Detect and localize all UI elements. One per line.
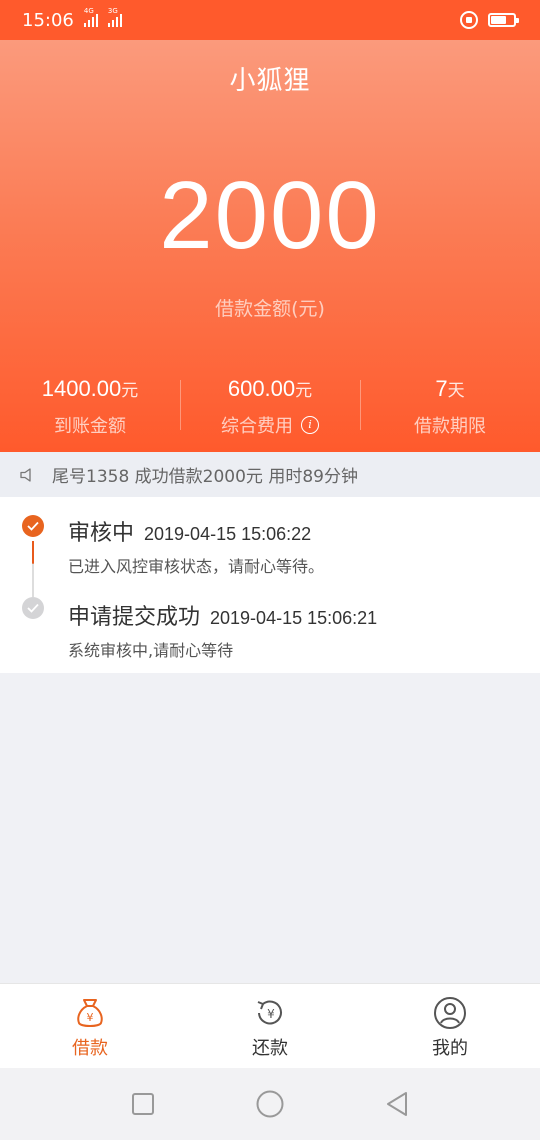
tab-label: 借款 xyxy=(72,1038,108,1059)
battery-icon xyxy=(488,13,519,27)
status-bar: 15:06 4G 3G xyxy=(0,0,540,40)
system-nav-bar xyxy=(0,1068,540,1140)
stat-value: 1400.00 xyxy=(41,376,122,401)
stat-value: 7 xyxy=(435,376,448,401)
stat-unit: 元 xyxy=(121,381,139,401)
back-button[interactable] xyxy=(377,1084,417,1124)
triangle-back-icon xyxy=(386,1092,407,1116)
timeline-time: 2019-04-15 15:06:22 xyxy=(144,524,312,544)
bottom-tab-bar: ¥ 借款 ¥ 还款 我的 xyxy=(0,983,540,1068)
timeline-desc: 已进入风控审核状态，请耐心等待。 xyxy=(68,557,325,576)
repay-icon: ¥ xyxy=(257,1000,282,1025)
status-timeline: 审核中 2019-04-15 15:06:22 已进入风控审核状态，请耐心等待。… xyxy=(0,497,540,673)
stat-loan-term: 7天 借款期限 xyxy=(360,376,540,440)
page-title: 小狐狸 xyxy=(229,66,311,96)
loan-amount: 2000 xyxy=(159,162,381,269)
stat-unit: 元 xyxy=(295,381,313,401)
status-time: 15:06 xyxy=(22,9,74,31)
stat-value: 600.00 xyxy=(227,376,296,401)
signal-icon: 3G xyxy=(107,7,122,27)
stat-label: 综合费用 xyxy=(221,416,293,437)
timeline-time: 2019-04-15 15:06:21 xyxy=(210,608,378,628)
timeline-desc: 系统审核中,请耐心等待 xyxy=(68,641,234,660)
stat-label: 借款期限 xyxy=(414,416,486,437)
stat-received-amount: 1400.00元 到账金额 xyxy=(0,376,180,440)
svg-text:¥: ¥ xyxy=(87,1011,94,1024)
check-icon xyxy=(22,515,44,537)
loan-stats: 1400.00元 到账金额 600.00元 综合费用 i 7天 借款期限 xyxy=(0,376,540,440)
recents-button[interactable] xyxy=(123,1084,163,1124)
notice-text: 尾号1358 成功借款2000元 用时89分钟 xyxy=(52,467,358,487)
notice-bar: 尾号1358 成功借款2000元 用时89分钟 xyxy=(0,452,540,497)
svg-text:¥: ¥ xyxy=(267,1007,275,1021)
home-button[interactable] xyxy=(250,1084,290,1124)
loan-amount-label: 借款金额(元) xyxy=(215,298,325,320)
stat-unit: 天 xyxy=(447,381,465,401)
tab-label: 还款 xyxy=(252,1038,288,1059)
timeline-title: 审核中 xyxy=(68,521,135,546)
square-icon xyxy=(132,1093,155,1115)
circle-icon xyxy=(256,1090,284,1118)
user-icon xyxy=(434,997,466,1029)
signal-icon: 4G xyxy=(83,7,98,27)
tab-label: 我的 xyxy=(432,1038,468,1059)
stat-label: 到账金额 xyxy=(54,416,126,437)
tab-repay[interactable]: ¥ 还款 xyxy=(180,984,360,1068)
rotation-lock-icon xyxy=(460,11,478,29)
tab-borrow[interactable]: ¥ 借款 xyxy=(0,984,180,1068)
speaker-icon xyxy=(20,467,31,482)
tab-mine[interactable]: 我的 xyxy=(360,984,540,1068)
timeline-title: 申请提交成功 xyxy=(68,605,201,630)
check-icon xyxy=(22,597,44,619)
timeline-connector xyxy=(32,541,34,597)
loan-summary-header: 小狐狸 2000 借款金额(元) 1400.00元 到账金额 600.00元 综… xyxy=(0,40,540,452)
battery-level xyxy=(491,16,507,24)
money-bag-icon: ¥ xyxy=(77,999,103,1027)
stat-total-fees: 600.00元 综合费用 i xyxy=(180,376,360,440)
info-icon[interactable]: i xyxy=(301,416,319,434)
